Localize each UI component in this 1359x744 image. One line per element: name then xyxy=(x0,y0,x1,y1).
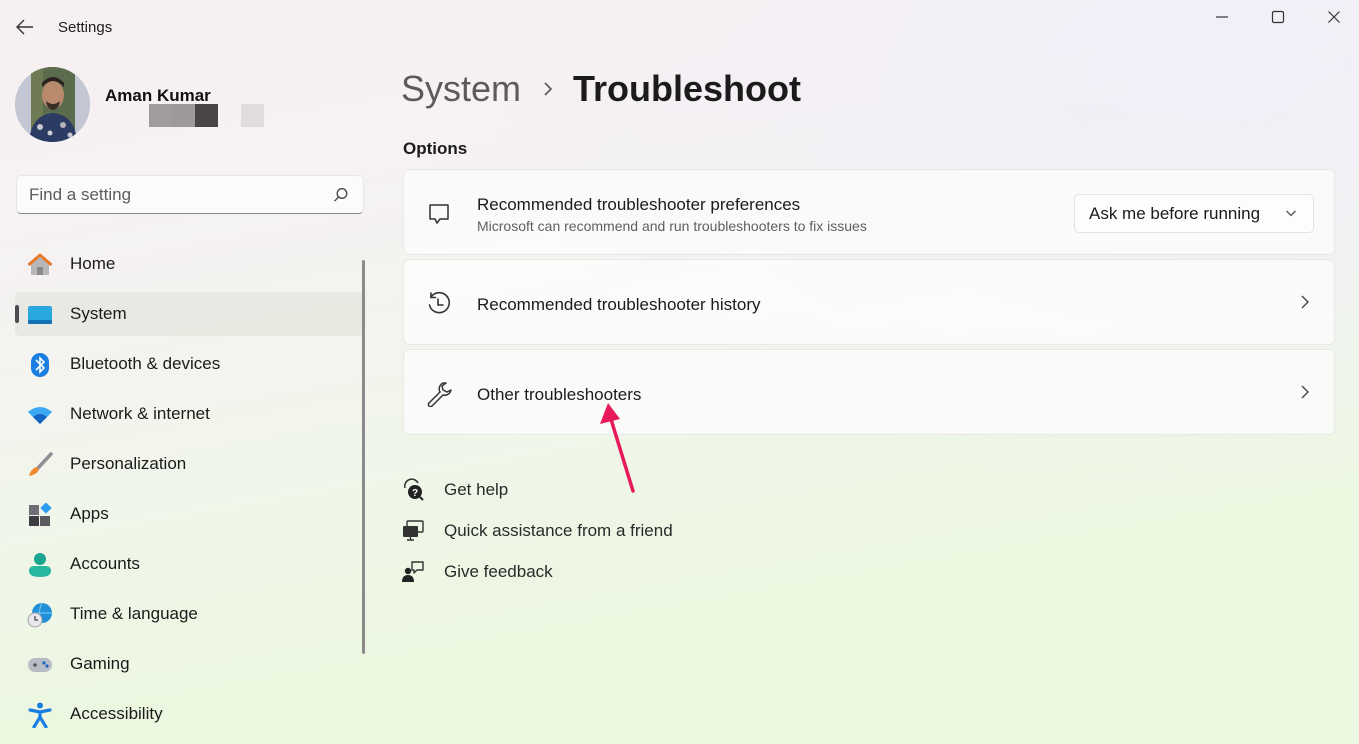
breadcrumb: System Troubleshoot xyxy=(401,68,801,110)
redacted-email-block xyxy=(172,104,195,127)
redacted-email-block xyxy=(241,104,264,127)
troubleshooter-preferences-card: Recommended troubleshooter preferences M… xyxy=(403,169,1335,255)
sidebar-item-gaming[interactable]: Gaming xyxy=(15,642,363,686)
gamepad-icon xyxy=(27,652,53,678)
quick-assist-link[interactable]: Quick assistance from a friend xyxy=(401,517,721,558)
chat-bubble-icon xyxy=(426,201,452,227)
system-icon xyxy=(27,302,53,328)
sidebar-item-network[interactable]: Network & internet xyxy=(15,392,363,436)
sidebar-nav: Home System Bluetooth & devices Network … xyxy=(15,242,363,742)
sidebar-item-accounts[interactable]: Accounts xyxy=(15,542,363,586)
chevron-right-icon xyxy=(543,81,553,97)
help-icon: ? xyxy=(401,478,425,502)
sidebar-item-label: Bluetooth & devices xyxy=(70,354,221,373)
card-subtitle: Microsoft can recommend and run troubles… xyxy=(477,218,867,234)
title-bar: Settings xyxy=(0,0,1359,54)
link-label: Quick assistance from a friend xyxy=(444,521,673,540)
sidebar-item-time-language[interactable]: Time & language xyxy=(15,592,363,636)
redacted-email-block xyxy=(195,104,218,127)
troubleshooter-history-card[interactable]: Recommended troubleshooter history xyxy=(403,259,1335,345)
svg-text:?: ? xyxy=(412,488,418,499)
avatar[interactable] xyxy=(15,67,90,142)
get-help-link[interactable]: ? Get help xyxy=(401,476,721,517)
sidebar-item-label: Network & internet xyxy=(70,404,210,423)
history-icon xyxy=(426,291,452,317)
sidebar-item-label: Apps xyxy=(70,504,109,523)
link-label: Give feedback xyxy=(444,562,553,581)
chevron-right-icon xyxy=(1301,385,1309,399)
sidebar-item-personalization[interactable]: Personalization xyxy=(15,442,363,486)
apps-icon xyxy=(27,502,53,528)
sidebar-item-label: Personalization xyxy=(70,454,187,473)
breadcrumb-parent[interactable]: System xyxy=(401,68,521,110)
user-name: Aman Kumar xyxy=(105,86,211,105)
link-label: Get help xyxy=(444,480,509,499)
sidebar-item-label: Time & language xyxy=(70,604,198,623)
active-indicator xyxy=(15,305,19,323)
account-icon xyxy=(27,552,53,578)
accessibility-icon xyxy=(27,702,53,728)
app-title: Settings xyxy=(58,19,113,36)
sidebar-item-home[interactable]: Home xyxy=(15,242,363,286)
give-feedback-link[interactable]: Give feedback xyxy=(401,558,721,599)
back-arrow-icon xyxy=(16,19,33,35)
back-button[interactable] xyxy=(10,12,40,42)
dropdown-value: Ask me before running xyxy=(1089,204,1261,223)
search-box[interactable] xyxy=(16,175,364,214)
sidebar-item-bluetooth[interactable]: Bluetooth & devices xyxy=(15,342,363,386)
sidebar-item-label: Home xyxy=(70,254,116,273)
search-input[interactable] xyxy=(29,184,329,206)
bluetooth-icon xyxy=(27,352,53,378)
card-title: Recommended troubleshooter history xyxy=(477,295,761,314)
sidebar-item-system[interactable]: System xyxy=(15,292,363,336)
maximize-button[interactable] xyxy=(1250,0,1306,34)
minimize-icon xyxy=(1216,16,1228,18)
section-title: Options xyxy=(403,139,468,158)
redacted-email-block xyxy=(149,104,172,127)
wifi-icon xyxy=(27,402,53,428)
sidebar-item-label: Gaming xyxy=(70,654,130,673)
sidebar-scrollbar[interactable] xyxy=(362,260,365,654)
paintbrush-icon xyxy=(27,452,53,478)
annotation-arrow xyxy=(600,403,635,493)
home-icon xyxy=(27,252,53,278)
other-troubleshooters-card[interactable]: Other troubleshooters xyxy=(403,349,1335,435)
help-links: ? Get help Quick assistance from a frien… xyxy=(401,476,721,599)
close-icon xyxy=(1328,11,1340,23)
globe-clock-icon xyxy=(27,602,53,628)
sidebar-item-apps[interactable]: Apps xyxy=(15,492,363,536)
feedback-icon xyxy=(401,560,425,584)
sidebar-item-accessibility[interactable]: Accessibility xyxy=(15,692,363,736)
search-icon[interactable] xyxy=(333,187,349,203)
minimize-button[interactable] xyxy=(1194,0,1250,34)
page-title: Troubleshoot xyxy=(573,68,802,109)
troubleshooter-preference-dropdown[interactable]: Ask me before running xyxy=(1074,194,1314,233)
chevron-right-icon xyxy=(1301,295,1309,309)
wrench-icon xyxy=(426,381,452,407)
close-button[interactable] xyxy=(1306,0,1359,34)
remote-assist-icon xyxy=(401,519,425,543)
sidebar-item-label: Accessibility xyxy=(70,704,163,723)
sidebar-item-label: Accounts xyxy=(70,554,140,573)
avatar-photo xyxy=(15,67,90,142)
maximize-icon xyxy=(1271,10,1285,24)
sidebar-item-label: System xyxy=(70,304,127,323)
card-title: Recommended troubleshooter preferences xyxy=(477,195,801,214)
chevron-down-icon xyxy=(1286,210,1296,217)
